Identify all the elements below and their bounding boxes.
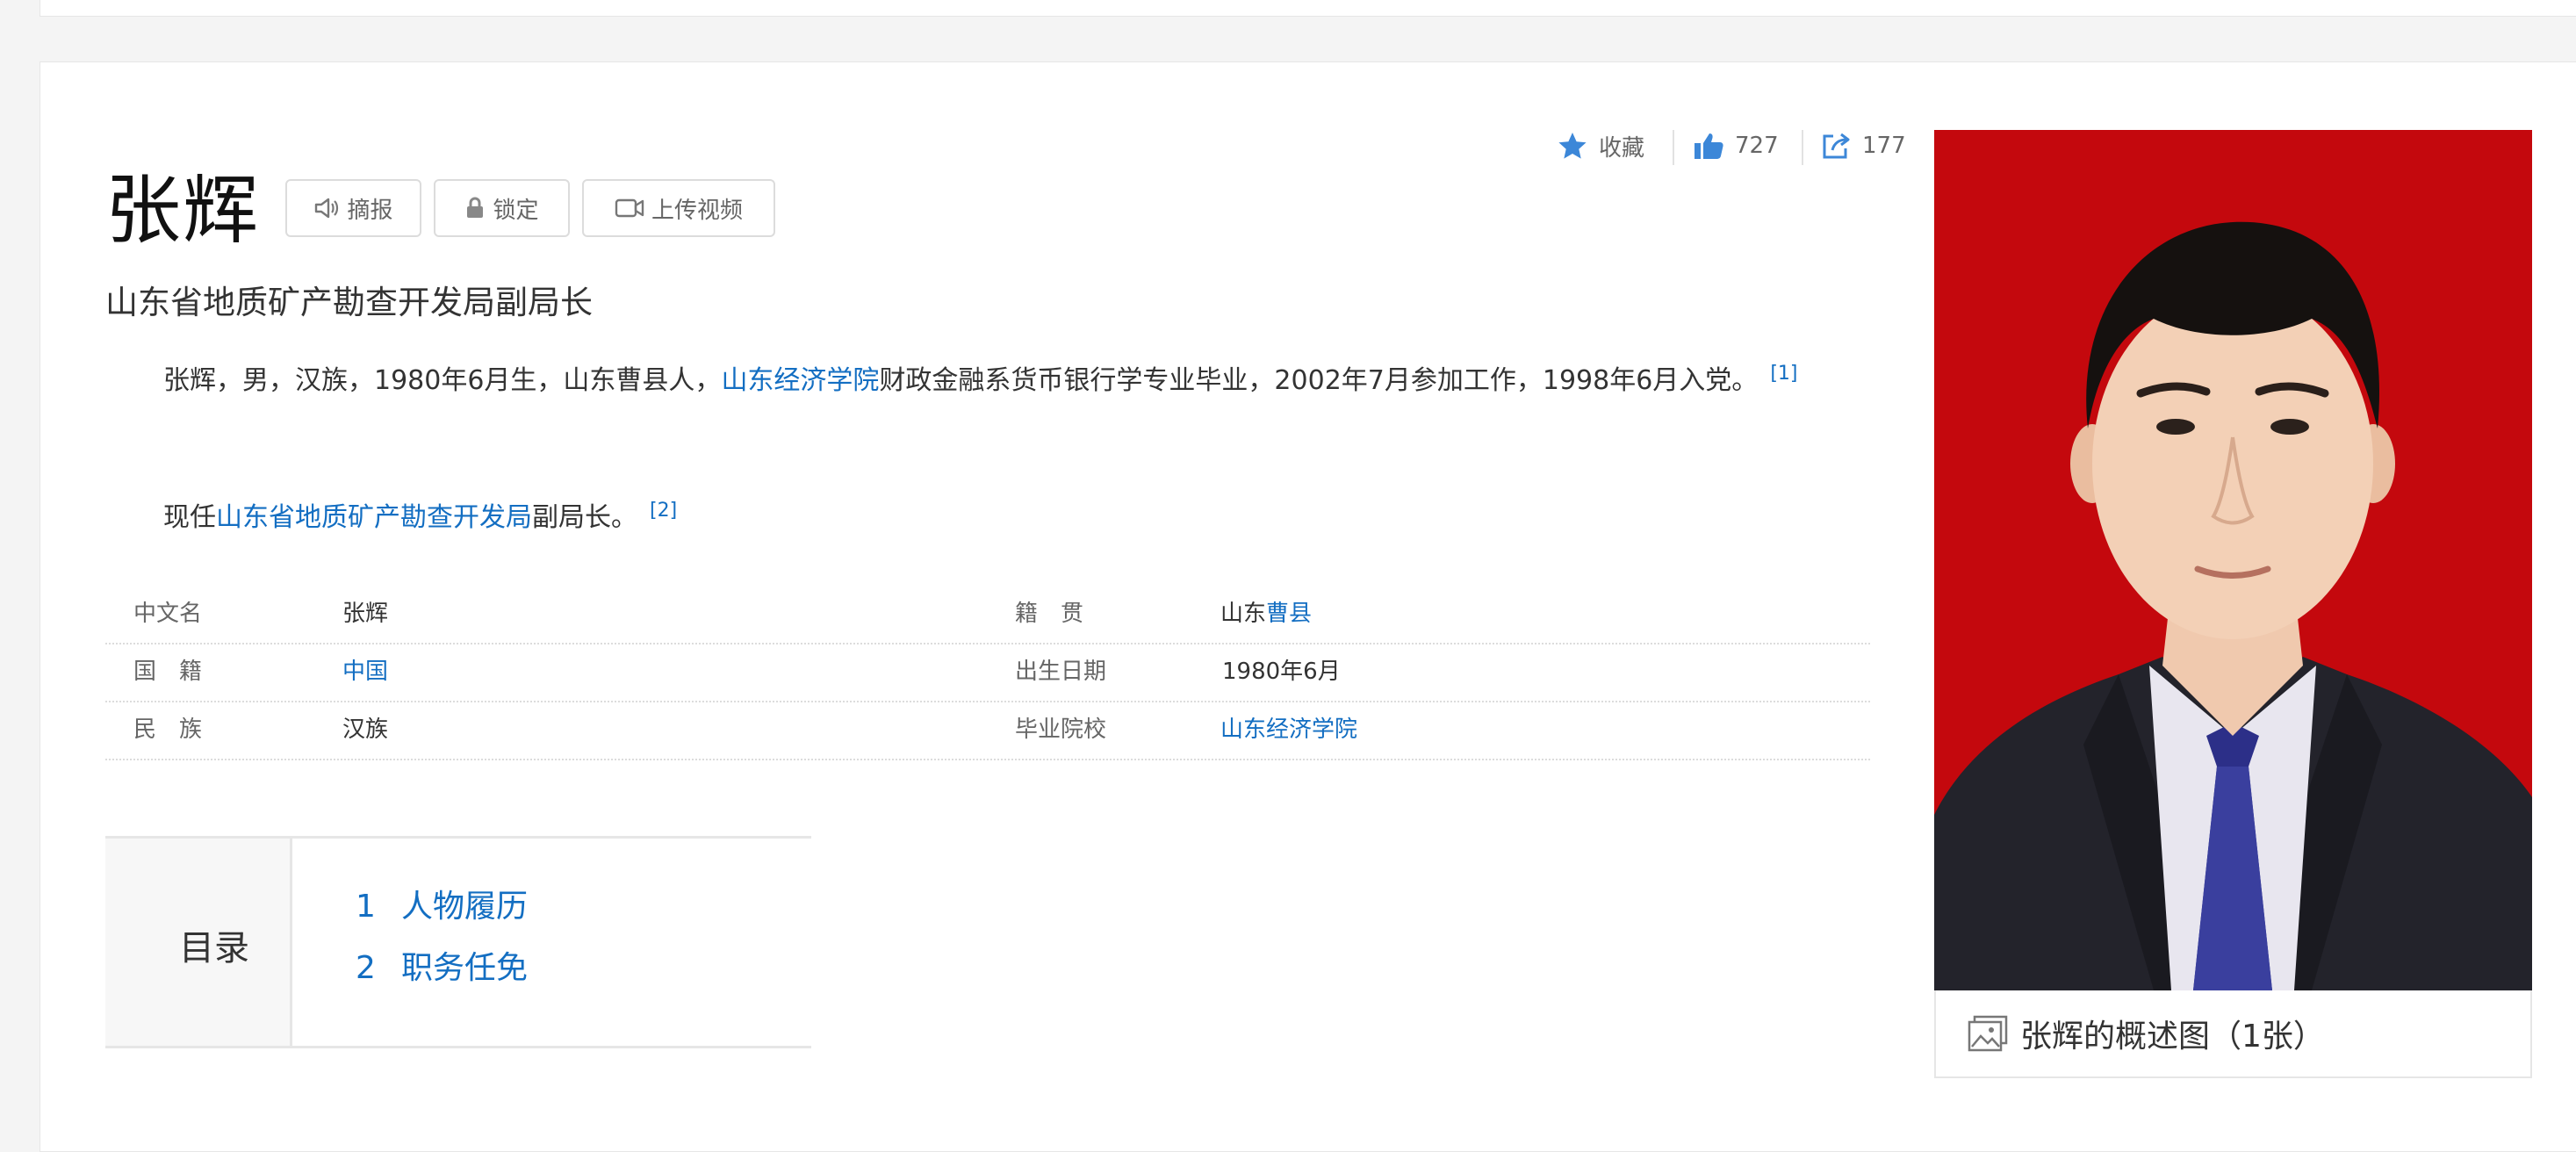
- native-place-link[interactable]: 曹县: [1266, 601, 1312, 627]
- upload-video-label: 上传视频: [651, 197, 743, 224]
- share-action[interactable]: 177: [1820, 126, 1906, 166]
- toc-item-number: 1: [356, 889, 376, 925]
- info-value: 张辉: [342, 601, 389, 627]
- info-label: 中文名: [133, 601, 203, 627]
- photo-caption-text: 张辉的概述图（1张）: [2020, 1019, 2325, 1055]
- star-icon: [1558, 133, 1587, 159]
- top-bar: [40, 0, 2576, 17]
- speaker-icon: [315, 198, 339, 219]
- info-row: 民 族 汉族 毕业院校 山东经济学院: [105, 701, 1870, 760]
- info-value: 汉族: [342, 716, 389, 743]
- share-count: 177: [1862, 133, 1906, 159]
- summary-text-2a: 现任: [163, 502, 216, 533]
- page-subtitle: 山东省地质矿产勘查开发局副局长: [105, 284, 593, 321]
- lock-label: 锁定: [493, 197, 539, 224]
- photo-caption[interactable]: 张辉的概述图（1张）: [1934, 990, 2532, 1078]
- toc-title: 目录: [179, 928, 249, 968]
- reference-link-2[interactable]: [2]: [650, 500, 677, 522]
- bureau-link[interactable]: 山东省地质矿产勘查开发局: [216, 502, 532, 533]
- thumbs-up-icon: [1695, 133, 1723, 159]
- report-label: 摘报: [347, 197, 393, 224]
- info-value: 山东曹县: [1220, 585, 1312, 643]
- action-divider: [1673, 130, 1674, 165]
- lock-icon: [467, 197, 484, 218]
- reference-link-1[interactable]: [1]: [1770, 363, 1797, 385]
- portrait-image: [1934, 130, 2532, 990]
- page-title: 张辉: [105, 167, 260, 255]
- nationality-link[interactable]: 中国: [342, 643, 388, 701]
- favorite-action[interactable]: 收藏: [1557, 126, 1644, 166]
- toc-item-label: 职务任免: [401, 950, 529, 986]
- action-divider: [1802, 130, 1803, 165]
- university-link[interactable]: 山东经济学院: [721, 365, 879, 396]
- summary-paragraph-2: 现任山东省地质矿产勘查开发局副局长。 [2]: [105, 486, 1861, 543]
- info-row: 国 籍 中国 出生日期 1980年6月: [105, 643, 1870, 702]
- info-label: 籍 贯: [1015, 601, 1084, 627]
- info-row: 中文名 张辉 籍 贯 山东曹县: [105, 585, 1870, 644]
- share-icon: [1823, 133, 1850, 159]
- video-icon: [615, 198, 644, 218]
- info-label: 民 族: [133, 716, 203, 743]
- lock-button[interactable]: 锁定: [434, 179, 570, 237]
- summary-text-1b: 财政金融系货币银行学专业毕业，2002年7月参加工作，1998年6月入党。: [879, 365, 1759, 396]
- info-value: 1980年6月: [1222, 659, 1341, 685]
- like-action[interactable]: 727: [1693, 126, 1779, 166]
- report-button[interactable]: 摘报: [285, 179, 421, 237]
- info-label: 毕业院校: [1015, 716, 1107, 743]
- like-count: 727: [1735, 133, 1779, 159]
- image-icon: [1968, 1015, 2008, 1052]
- upload-video-button[interactable]: 上传视频: [582, 179, 775, 237]
- toc-item-number: 2: [356, 950, 376, 986]
- info-label: 国 籍: [133, 659, 203, 685]
- favorite-label: 收藏: [1599, 134, 1645, 162]
- toc-item[interactable]: 2 职务任免: [356, 942, 528, 988]
- toc-item[interactable]: 1 人物履历: [356, 881, 528, 926]
- summary-text-2b: 副局长。: [532, 502, 637, 533]
- summary-paragraph-1: 张辉，男，汉族，1980年6月生，山东曹县人，山东经济学院财政金融系货币银行学专…: [105, 349, 1861, 406]
- table-of-contents: 目录 1 人物履历 2 职务任免: [105, 836, 811, 1048]
- info-label: 出生日期: [1015, 659, 1107, 685]
- native-place-province: 山东: [1220, 601, 1267, 627]
- toc-item-label: 人物履历: [401, 889, 529, 925]
- school-link[interactable]: 山东经济学院: [1220, 701, 1357, 759]
- portrait-photo[interactable]: [1934, 130, 2532, 990]
- summary-text-1a: 张辉，男，汉族，1980年6月生，山东曹县人，: [163, 365, 722, 396]
- toc-header: 目录: [105, 839, 292, 1046]
